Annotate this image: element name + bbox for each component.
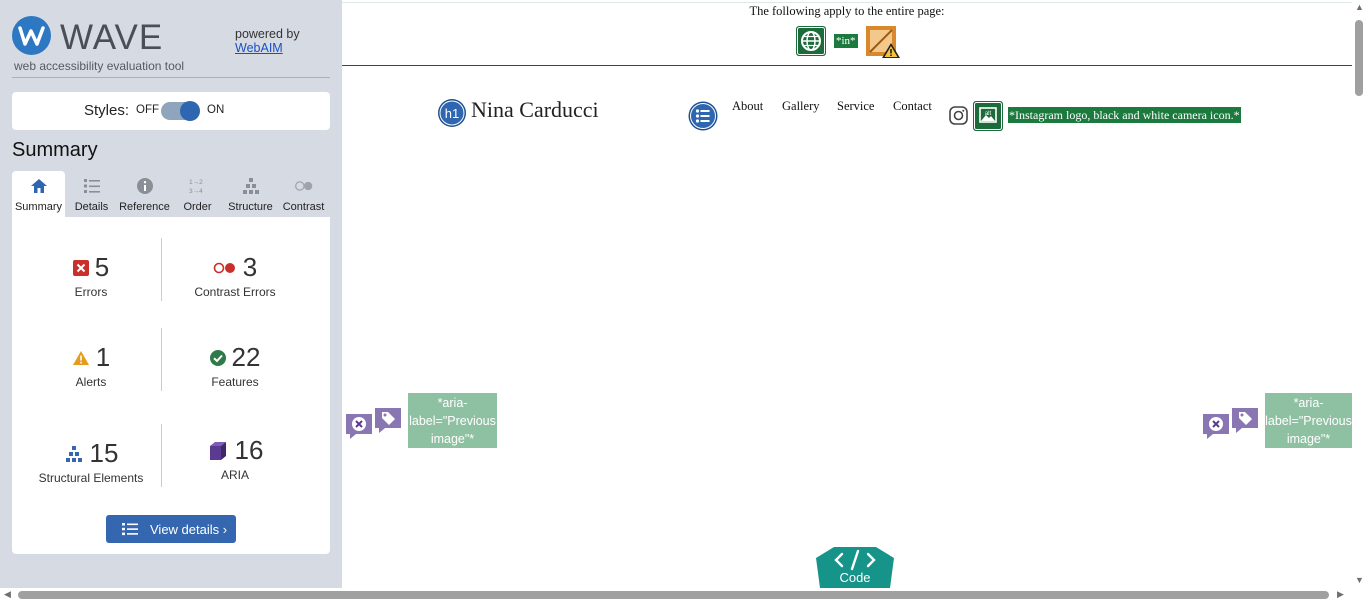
aria-label-previous-right: *aria-label="Previous image"* bbox=[1265, 393, 1352, 448]
language-badge[interactable]: *in* bbox=[834, 34, 858, 48]
tab-summary[interactable]: Summary bbox=[12, 171, 65, 217]
code-label: Code bbox=[839, 570, 871, 585]
nav-link-service[interactable]: Service bbox=[837, 99, 874, 114]
styles-off-label: OFF bbox=[136, 104, 159, 116]
home-icon bbox=[30, 179, 47, 193]
toggle-knob bbox=[180, 101, 200, 121]
features-count: 22 bbox=[231, 342, 261, 372]
styles-on-label: ON bbox=[207, 104, 225, 116]
tab-reference[interactable]: Reference bbox=[118, 171, 171, 217]
svg-text:h1: h1 bbox=[445, 106, 459, 121]
image-alt-icon[interactable]: alt bbox=[973, 101, 1003, 136]
tab-label: Structure bbox=[228, 201, 273, 213]
contrast-errors-label: Contrast Errors bbox=[194, 285, 276, 299]
wave-sidebar: WAVE web accessibility evaluation tool p… bbox=[0, 0, 342, 588]
code-toggle-button[interactable]: Code bbox=[814, 546, 896, 588]
svg-text:alt: alt bbox=[985, 111, 992, 117]
site-title: Nina Carducci bbox=[471, 97, 599, 122]
instagram-icon[interactable] bbox=[949, 106, 968, 130]
styles-toggle[interactable] bbox=[161, 101, 200, 121]
view-details-label: View details › bbox=[150, 522, 228, 537]
errors-label: Errors bbox=[74, 285, 108, 299]
tab-structure[interactable]: Structure bbox=[224, 171, 277, 217]
aria-label-tag-icon[interactable] bbox=[373, 404, 403, 439]
features-label: Features bbox=[211, 375, 259, 389]
stat-structural[interactable]: 15 Structural Elements bbox=[16, 438, 166, 485]
aria-label-previous-left: *aria-label="Previous image"* bbox=[408, 393, 497, 448]
nav-link-about[interactable]: About bbox=[732, 99, 763, 114]
structural-count: 15 bbox=[89, 438, 119, 468]
instagram-alt-text: *Instagram logo, black and white camera … bbox=[1008, 107, 1241, 123]
nav-link-gallery[interactable]: Gallery bbox=[782, 99, 819, 114]
scroll-right-arrow-icon[interactable]: ▶ bbox=[1337, 589, 1344, 600]
summary-heading: Summary bbox=[12, 139, 98, 161]
h1-badge-icon[interactable]: h1 bbox=[437, 98, 467, 133]
wave-subtitle: web accessibility evaluation tool bbox=[14, 59, 185, 73]
aria-label: ARIA bbox=[220, 468, 249, 482]
page-alert-icon[interactable] bbox=[865, 25, 901, 64]
button-empty-icon[interactable] bbox=[1201, 410, 1231, 445]
tab-order[interactable]: 1→2 3→4 Order bbox=[171, 171, 224, 217]
stat-alerts[interactable]: 1 Alerts bbox=[16, 342, 166, 389]
errors-count: 5 bbox=[94, 252, 110, 282]
stat-features[interactable]: 22 Features bbox=[160, 342, 310, 389]
tab-label: Contrast bbox=[282, 201, 325, 213]
page-wide-banner: The following apply to the entire page: … bbox=[342, 3, 1352, 66]
webaim-link[interactable]: WebAIM bbox=[235, 41, 283, 55]
alerts-count: 1 bbox=[95, 342, 111, 372]
svg-text:1→2: 1→2 bbox=[189, 179, 203, 186]
svg-text:3→4: 3→4 bbox=[189, 188, 203, 195]
tab-label: Details bbox=[74, 201, 109, 213]
scroll-up-arrow-icon[interactable]: ▲ bbox=[1355, 2, 1364, 12]
banner-text: The following apply to the entire page: bbox=[749, 4, 945, 18]
structural-label: Structural Elements bbox=[38, 471, 144, 485]
aria-icon bbox=[209, 441, 226, 460]
list-icon bbox=[83, 179, 100, 193]
info-icon bbox=[136, 178, 153, 194]
structure-icon bbox=[242, 178, 259, 194]
stat-contrast-errors[interactable]: 3 Contrast Errors bbox=[160, 252, 310, 299]
styles-toggle-box: Styles: OFF ON bbox=[12, 92, 330, 130]
tab-contrast[interactable]: Contrast bbox=[277, 171, 330, 217]
wave-logo-icon bbox=[12, 16, 51, 55]
tab-label: Order bbox=[183, 201, 212, 213]
aria-count: 16 bbox=[234, 435, 264, 465]
contrast-error-icon bbox=[213, 262, 235, 273]
stat-errors[interactable]: 5 Errors bbox=[16, 252, 166, 299]
stat-aria[interactable]: 16 ARIA bbox=[160, 435, 310, 482]
error-icon bbox=[72, 259, 89, 276]
powered-by: powered by WebAIM bbox=[235, 27, 300, 55]
language-globe-icon[interactable] bbox=[796, 26, 826, 61]
scroll-left-arrow-icon[interactable]: ◀ bbox=[4, 589, 11, 600]
feature-icon bbox=[209, 349, 226, 366]
tab-details[interactable]: Details bbox=[65, 171, 118, 217]
scroll-down-arrow-icon[interactable]: ▼ bbox=[1355, 575, 1364, 585]
panel-tabs: Summary Details Reference 1→2 3→4 Order S… bbox=[12, 171, 330, 217]
contrast-errors-count: 3 bbox=[242, 252, 258, 282]
alerts-label: Alerts bbox=[75, 375, 107, 389]
tab-label: Summary bbox=[14, 201, 63, 213]
view-details-button[interactable]: View details › bbox=[106, 515, 236, 543]
structural-icon bbox=[65, 445, 82, 462]
nav-list-icon[interactable] bbox=[688, 101, 718, 136]
order-icon: 1→23→4 bbox=[189, 179, 203, 195]
evaluated-page: The following apply to the entire page: … bbox=[342, 0, 1352, 588]
list-icon bbox=[122, 523, 138, 536]
button-empty-icon[interactable] bbox=[344, 410, 374, 445]
wave-logo-text: WAVE bbox=[60, 18, 164, 57]
aria-label-tag-icon[interactable] bbox=[1230, 404, 1260, 439]
summary-panel: Summary Details Reference 1→2 3→4 Order S… bbox=[12, 171, 330, 554]
contrast-icon bbox=[294, 181, 312, 191]
wave-header: WAVE web accessibility evaluation tool p… bbox=[12, 16, 330, 78]
vertical-scrollbar[interactable]: ▲ ▼ bbox=[1352, 0, 1365, 588]
horizontal-scroll-thumb[interactable] bbox=[18, 591, 1329, 599]
nav-link-contact[interactable]: Contact bbox=[893, 99, 932, 114]
tab-label: Reference bbox=[119, 201, 170, 213]
styles-label: Styles: bbox=[84, 102, 130, 119]
alert-icon bbox=[72, 350, 89, 365]
horizontal-scrollbar[interactable]: ◀ ▶ bbox=[0, 588, 1365, 600]
vertical-scroll-thumb[interactable] bbox=[1355, 20, 1363, 96]
powered-by-text: powered by bbox=[235, 27, 300, 41]
